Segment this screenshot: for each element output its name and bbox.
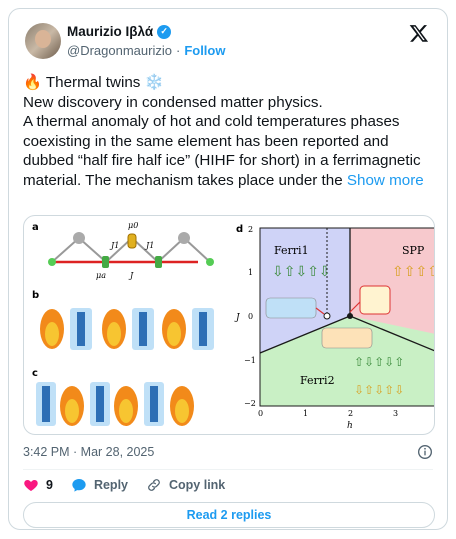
y-tick: −2 <box>244 399 256 408</box>
tweet-body-wrap: A thermal anomaly of hot and cold temper… <box>23 112 435 190</box>
ferri2-label: Ferri2 <box>300 374 335 387</box>
y-axis-label: J <box>234 313 241 323</box>
avatar[interactable] <box>25 23 61 59</box>
reply-bubble-icon <box>72 479 86 492</box>
x-tick: 3 <box>393 409 398 418</box>
ferri2-arrows-top: ⇧⇩⇧⇩⇧ <box>354 355 404 369</box>
fire-ice-row-b <box>40 308 214 350</box>
x-tick: 2 <box>348 409 353 418</box>
author-handle-row: @Dragonmaurizio · Follow <box>67 43 225 58</box>
open-point <box>323 312 331 320</box>
reply-label: Reply <box>93 478 128 492</box>
info-icon[interactable] <box>417 444 433 460</box>
j1-right-label: J1 <box>144 241 154 250</box>
author-name-row: Maurizio Ιβλά ✓ <box>67 24 172 39</box>
fire-ice-row-c <box>36 382 194 426</box>
ferri1-arrows: ⇩⇧⇩⇧⇩ <box>272 263 331 279</box>
heart-icon <box>24 480 38 491</box>
verified-badge-icon: ✓ <box>157 24 172 39</box>
show-more-link[interactable]: Show more <box>347 172 424 189</box>
gray-site <box>73 232 85 244</box>
critical-point <box>347 313 353 319</box>
author-name[interactable]: Maurizio Ιβλά <box>67 24 153 39</box>
spp-label: SPP <box>402 244 425 257</box>
j1-left-label: J1 <box>109 241 119 250</box>
tweet-title-text: Thermal twins <box>45 74 141 91</box>
author-handle[interactable]: @Dragonmaurizio <box>67 43 172 58</box>
reply-button[interactable]: Reply <box>71 477 128 493</box>
panel-a-label: a <box>32 222 39 233</box>
x-tick: 1 <box>303 409 308 418</box>
x-tick: 0 <box>258 409 263 418</box>
ferri1-label: Ferri1 <box>274 244 309 257</box>
inset-fire-ice-left <box>265 297 317 319</box>
follow-button[interactable]: Follow <box>184 43 225 58</box>
j-label: J <box>128 271 134 280</box>
x-axis-label: h <box>347 421 353 431</box>
gray-site <box>178 232 190 244</box>
tweet-line-1: 🔥 Thermal twins ❄️ <box>23 73 435 93</box>
yellow-spin <box>127 233 137 249</box>
divider <box>23 469 433 470</box>
green-spin <box>102 256 109 268</box>
read-replies-button[interactable]: Read 2 replies <box>23 502 435 528</box>
fire-emoji: 🔥 <box>23 74 42 91</box>
panel-b-label: b <box>32 290 39 301</box>
ferri2-arrows-bottom: ⇩⇧⇩⇧⇩ <box>354 383 404 397</box>
green-spin <box>155 256 162 268</box>
y-tick: −1 <box>244 356 256 365</box>
link-icon <box>148 479 160 491</box>
green-site <box>48 258 56 266</box>
spp-arrows: ⇧⇧⇧⇧⇧ <box>392 263 435 279</box>
tweet-timestamp[interactable]: 3:42 PM · Mar 28, 2025 <box>23 445 154 459</box>
copy-link-label: Copy link <box>169 478 226 492</box>
panel-d-label: d <box>236 224 243 235</box>
mu0-label: μ0 <box>128 221 138 230</box>
attached-figure[interactable]: a μ0 J1 J1 μa J b c d Ferri1 SPP Ferri2 … <box>23 215 435 435</box>
y-tick: 0 <box>248 312 253 321</box>
inset-fire-ice-center <box>321 327 373 349</box>
figure-image: a μ0 J1 J1 μa J b c d Ferri1 SPP Ferri2 … <box>32 221 435 431</box>
copy-link-button[interactable]: Copy link <box>146 477 225 493</box>
mua-label: μa <box>96 271 106 280</box>
tweet-text: 🔥 Thermal twins ❄️ New discovery in cond… <box>23 73 435 190</box>
tweet-line-2: New discovery in condensed matter physic… <box>23 93 323 111</box>
like-button[interactable]: 9 <box>23 477 53 493</box>
green-site <box>206 258 214 266</box>
tweet-card: Maurizio Ιβλά ✓ @Dragonmaurizio · Follow… <box>8 8 448 530</box>
like-count: 9 <box>46 478 53 492</box>
separator: · <box>175 43 181 58</box>
x-logo-icon[interactable] <box>409 23 429 43</box>
y-tick: 2 <box>248 225 253 234</box>
action-bar: 9 Reply Copy link <box>23 477 225 493</box>
inset-spp <box>359 285 391 315</box>
phase-diagram: Ferri1 SPP Ferri2 ⇩⇧⇩⇧⇩ ⇧⇧⇧⇧⇧ ⇧⇩⇧⇩⇧ ⇩⇧⇩⇧… <box>259 227 435 407</box>
y-tick: 1 <box>248 268 253 277</box>
panel-c-label: c <box>32 368 38 379</box>
snowflake-emoji: ❄️ <box>144 74 164 91</box>
